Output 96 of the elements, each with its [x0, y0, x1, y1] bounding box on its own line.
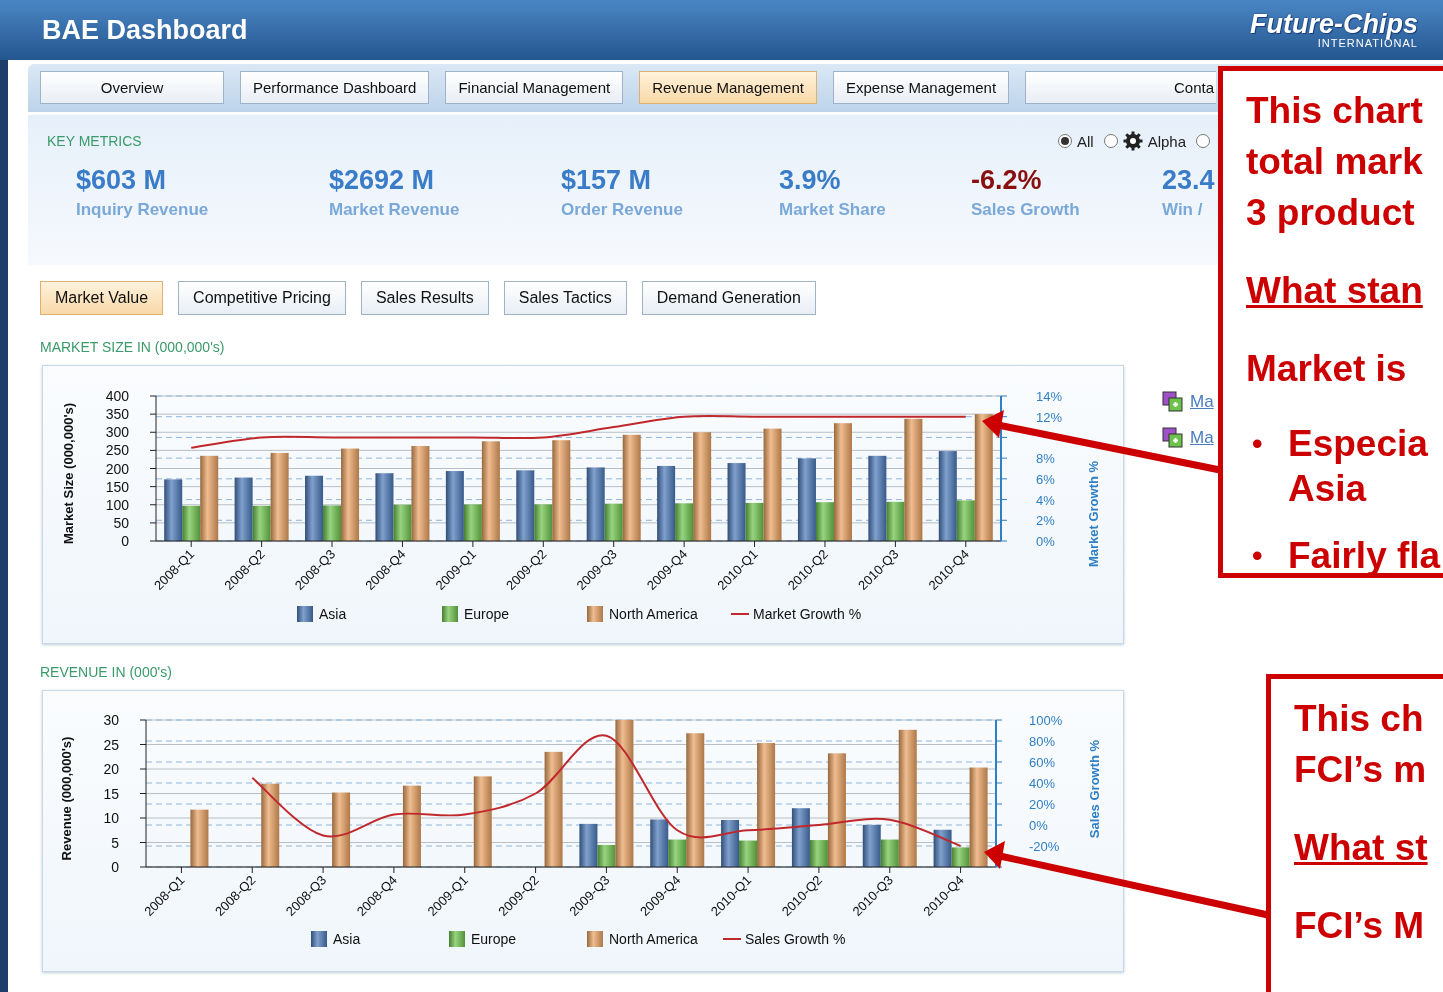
metric-value: $603 M	[76, 165, 168, 196]
tick-label: 6%	[1036, 471, 1055, 487]
logo: Future-Chips INTERNATIONAL	[1250, 11, 1418, 49]
nav-tab[interactable]: Overview	[40, 71, 224, 104]
windows-plus-icon	[1162, 391, 1184, 413]
tick-label: 15	[103, 785, 119, 802]
tick-label: 250	[105, 442, 129, 459]
nav-tab[interactable]: Revenue Management	[639, 71, 817, 104]
tick-label: 8%	[1036, 451, 1055, 467]
axis-title: Revenue (000,000's)	[59, 736, 74, 861]
tick-label: 12%	[1036, 409, 1063, 425]
tick-label: 5	[111, 834, 119, 851]
nav-tab[interactable]: Financial Management	[445, 71, 624, 104]
tick-label: -20%	[1029, 839, 1060, 854]
metric-value: $157 M	[561, 165, 653, 196]
nav-tab[interactable]: Conta	[1025, 71, 1216, 104]
radio-label: All	[1076, 132, 1094, 150]
tick-label: 20%	[1029, 797, 1056, 812]
windows-plus-icon	[1162, 427, 1184, 449]
bullet-mark: •	[1251, 426, 1264, 462]
metric-value: 23.4	[1162, 165, 1215, 196]
sub-tab[interactable]: Competitive Pricing	[178, 281, 346, 315]
legend-swatch	[449, 931, 465, 947]
tick-label: 200	[105, 460, 129, 477]
tick-label: 0%	[1029, 818, 1048, 833]
metric-value: $2692 M	[329, 165, 436, 196]
metric-label: Inquiry Revenue	[76, 200, 210, 220]
sub-tab[interactable]: Demand Generation	[641, 281, 816, 315]
tick-label: 50	[113, 514, 129, 531]
legend-swatch	[311, 931, 327, 947]
tick-label: 20	[103, 761, 119, 777]
radio-button[interactable]	[1196, 134, 1210, 148]
tick-label: 350	[105, 406, 129, 423]
callout-text: Especia Asia	[1288, 422, 1428, 511]
tick-label: 150	[105, 478, 129, 495]
legend-label: Sales Growth %	[745, 931, 846, 947]
axis-title: Market Growth %	[1086, 460, 1101, 568]
metric-label: Win /	[1162, 200, 1204, 220]
callout-text: What st	[1294, 827, 1428, 868]
legend-swatch	[587, 606, 603, 622]
sub-tab[interactable]: Sales Tactics	[503, 281, 627, 315]
axis-title: Market Size (000,000's)	[61, 402, 76, 545]
tick-label: 400	[105, 388, 129, 404]
axis-title: Sales Growth %	[1087, 739, 1102, 839]
tick-label: 60%	[1029, 755, 1056, 770]
dashboard-title: BAE Dashboard	[42, 14, 248, 46]
tick-label: 2%	[1036, 513, 1055, 529]
legend-label: Asia	[319, 606, 347, 622]
metric-label: Sales Growth	[971, 200, 1081, 220]
tick-label: 0%	[1036, 534, 1055, 549]
legend-label: Market Growth %	[753, 606, 862, 622]
legend-label: North America	[609, 606, 698, 622]
metric-label: Order Revenue	[561, 200, 684, 220]
tick-label: 0	[111, 859, 119, 875]
bullet-mark: •	[1251, 538, 1264, 574]
sub-tab[interactable]: Sales Results	[360, 281, 489, 315]
tick-label: 14%	[1036, 389, 1063, 404]
tick-label: 100%	[1029, 713, 1063, 728]
tick-label: 300	[105, 424, 129, 441]
link[interactable]: Ma	[1190, 392, 1214, 412]
tick-label: 0	[121, 533, 129, 549]
legend-label: Europe	[464, 606, 510, 622]
tick-label: 30	[103, 712, 119, 728]
sub-tab[interactable]: Market Value	[40, 281, 164, 315]
metric-label: Market Revenue	[329, 200, 461, 220]
metric-label: Market Share	[779, 200, 887, 220]
link[interactable]: Ma	[1190, 428, 1214, 448]
tick-label: 80%	[1029, 734, 1056, 749]
metric-value: -6.2%	[971, 165, 1043, 196]
legend-label: Europe	[471, 931, 517, 947]
tick-label: 40%	[1029, 776, 1056, 791]
legend-swatch	[442, 606, 458, 622]
tick-label: 4%	[1036, 492, 1055, 508]
section-title: REVENUE IN (000's)	[40, 664, 172, 680]
nav-tab[interactable]: Expense Management	[832, 71, 1010, 104]
section-title: KEY METRICS	[47, 133, 142, 149]
metric-value: 3.9%	[779, 165, 842, 196]
callout-text: What stan	[1246, 270, 1423, 311]
legend-label: Asia	[333, 931, 361, 947]
callout-text: Market is	[1246, 348, 1407, 389]
legend-label: North America	[609, 931, 698, 947]
tick-label: 10	[103, 810, 119, 826]
radio-label: Alpha	[1147, 132, 1186, 150]
radio-button[interactable]	[1057, 134, 1072, 148]
tick-label: 100	[105, 496, 129, 513]
callout-text: This chart total mark 3 product	[1246, 90, 1423, 233]
callout-text: FCI’s M	[1294, 905, 1425, 946]
tick-label: 25	[103, 736, 119, 753]
section-title: MARKET SIZE IN (000,000's)	[40, 339, 225, 355]
radio-button[interactable]	[1103, 134, 1118, 148]
nav-tab[interactable]: Performance Dashboard	[240, 71, 430, 104]
legend-swatch	[297, 606, 313, 622]
callout-text: This ch FCI’s m	[1294, 698, 1427, 790]
legend-swatch	[587, 931, 603, 947]
bar	[190, 809, 209, 867]
callout-text: Fairly fla	[1288, 534, 1441, 578]
